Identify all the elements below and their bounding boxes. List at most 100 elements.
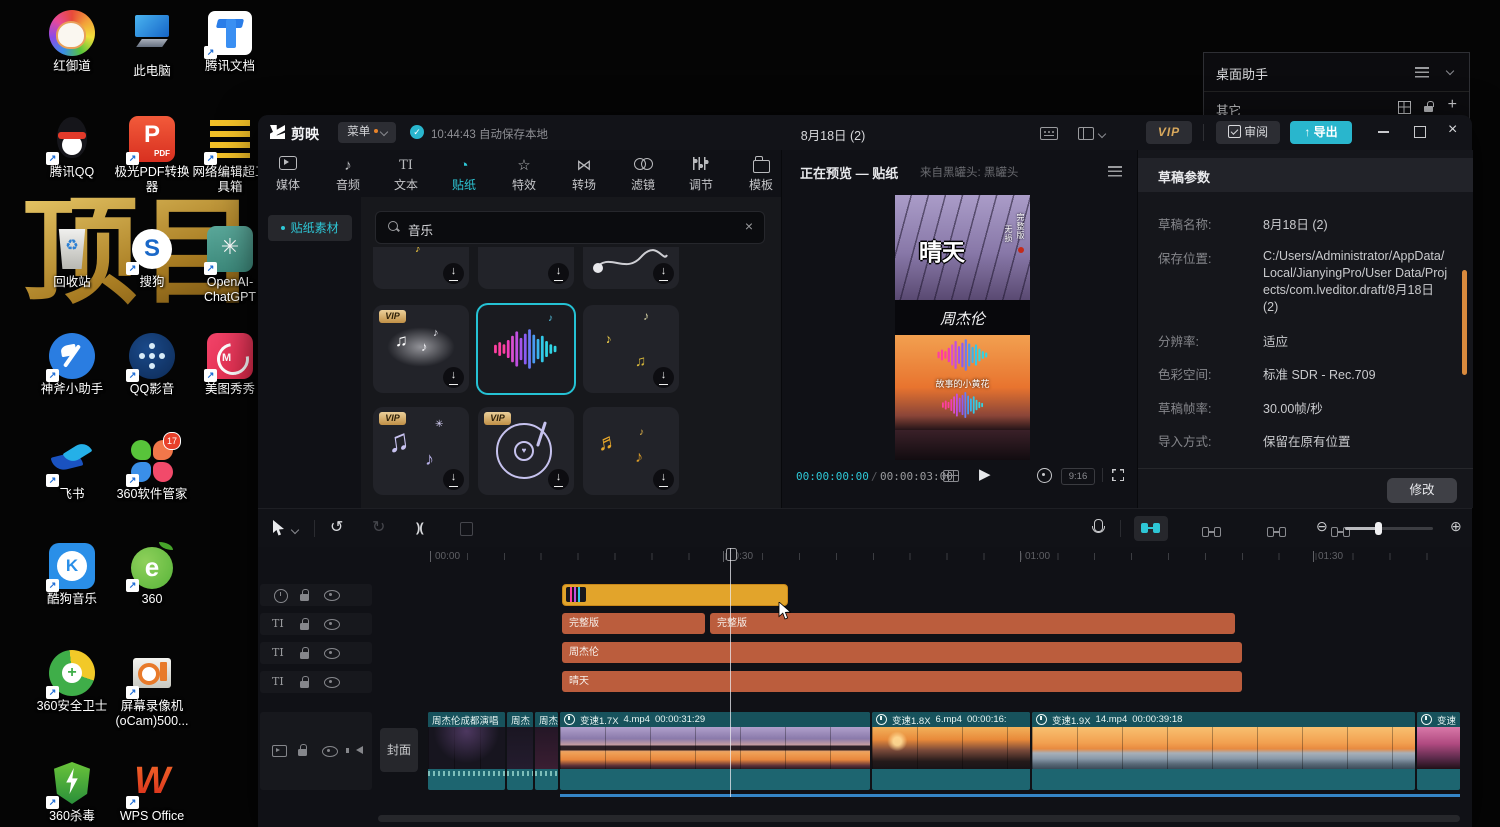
video-clip[interactable]: 变速1.9X 14.mp4 00:00:39:18 xyxy=(1032,712,1415,790)
tab-sticker[interactable]: ◔ 贴纸 xyxy=(439,156,489,193)
assistant-add-icon[interactable]: + xyxy=(1448,96,1457,114)
shortcut-keys-icon[interactable] xyxy=(1040,127,1058,140)
video-clip[interactable]: 周杰 xyxy=(535,712,558,790)
link-clips-icon[interactable] xyxy=(1267,527,1286,537)
sticker-clip[interactable] xyxy=(562,584,788,606)
sticker-card[interactable]: ↓ xyxy=(478,247,574,289)
split-button[interactable]: )( xyxy=(416,520,423,535)
desktop-icon-recycle-bin[interactable]: ♻ 回收站 xyxy=(29,226,115,290)
preview-menu-icon[interactable] xyxy=(1108,166,1122,177)
video-clip[interactable]: 变速1.8X 6.mp4 00:00:16: xyxy=(872,712,1030,790)
video-clip[interactable]: 变速1.7X 4.mp4 00:00:31:29 xyxy=(560,712,870,790)
desktop-icon-kugou[interactable]: K ↗ 酷狗音乐 xyxy=(29,543,115,607)
export-button[interactable]: ↑ 导出 xyxy=(1290,121,1352,144)
redo-button[interactable]: ↻ xyxy=(372,517,385,537)
download-button[interactable]: ↓ xyxy=(653,469,674,490)
fullscreen-icon[interactable] xyxy=(1112,469,1124,481)
tab-filters[interactable]: 滤镜 xyxy=(618,156,668,193)
select-tool-icon[interactable] xyxy=(272,520,285,536)
play-button[interactable]: ▶ xyxy=(979,465,991,483)
desktop-icon-qq-player[interactable]: ↗ QQ影音 xyxy=(109,333,195,397)
video-clip[interactable]: 周杰伦成都演唱 xyxy=(428,712,505,790)
undo-button[interactable]: ↺ xyxy=(330,517,343,537)
desktop-icon-pdf-converter[interactable]: P PDF ↗ 极光PDF转换器 xyxy=(109,116,195,195)
modify-button[interactable]: 修改 xyxy=(1387,478,1457,503)
text-clip[interactable]: 晴天 xyxy=(562,671,1242,692)
eye-icon[interactable] xyxy=(322,746,338,757)
assistant-menu-icon[interactable] xyxy=(1415,67,1429,78)
desktop-icon-shenfu-assistant[interactable]: ↗ 神斧小助手 xyxy=(29,333,115,397)
lock-icon[interactable] xyxy=(300,647,310,659)
video-clip[interactable]: 周杰 xyxy=(507,712,533,790)
layout-switch-icon[interactable] xyxy=(1078,127,1094,140)
timeline-scrollbar[interactable] xyxy=(378,815,1460,822)
text-clip[interactable]: 周杰伦 xyxy=(562,642,1242,663)
link-preview-icon[interactable] xyxy=(1202,527,1221,537)
search-clear-icon[interactable]: × xyxy=(745,218,753,234)
delete-button[interactable] xyxy=(460,522,473,536)
speaker-icon[interactable] xyxy=(356,746,363,754)
maximize-button[interactable] xyxy=(1414,126,1426,138)
search-input[interactable]: 音乐 × xyxy=(375,211,765,244)
review-button[interactable]: 审阅 xyxy=(1216,121,1280,144)
eye-icon[interactable] xyxy=(324,648,340,659)
focus-icon[interactable] xyxy=(1037,468,1052,483)
tab-templates[interactable]: 模板 xyxy=(736,156,786,193)
layout-chevron-icon[interactable] xyxy=(1098,130,1106,138)
preview-video[interactable]: 晴天 完整版 无损 周杰伦 xyxy=(895,195,1030,460)
tab-audio[interactable]: ♪ 音频 xyxy=(323,156,373,193)
eye-icon[interactable] xyxy=(324,677,340,688)
panel-scrollbar[interactable] xyxy=(1462,270,1467,375)
tab-adjust[interactable]: 调节 xyxy=(676,156,726,193)
sticker-card[interactable]: ♪ ♪ ♫ ↓ xyxy=(583,305,679,393)
vip-button[interactable]: VIP xyxy=(1146,121,1192,144)
sticker-card[interactable]: ♫ ♪ ♪ VIP ↓ xyxy=(373,305,469,393)
sidebar-item-sticker-material[interactable]: 贴纸素材 xyxy=(268,215,352,241)
desktop-icon-feishu[interactable]: ↗ 飞书 xyxy=(29,438,115,502)
download-button[interactable]: ↓ xyxy=(443,263,464,284)
sticker-card[interactable]: ♪ ↓ xyxy=(373,247,469,289)
zoom-in-icon[interactable]: ⊕ xyxy=(1450,518,1462,535)
eye-icon[interactable] xyxy=(324,590,340,601)
download-button[interactable]: ↓ xyxy=(443,367,464,388)
download-button[interactable]: ↓ xyxy=(653,367,674,388)
sticker-card[interactable]: ♬ ♪ ♪ ↓ xyxy=(583,407,679,495)
lock-icon[interactable] xyxy=(298,744,308,756)
download-button[interactable]: ↓ xyxy=(548,469,569,490)
text-clip[interactable]: 完整版 xyxy=(562,613,705,634)
tab-media[interactable]: 媒体 xyxy=(263,156,313,193)
desktop-icon-360-antivirus[interactable]: ↗ 360杀毒 xyxy=(29,760,115,824)
snap-toggle-active[interactable] xyxy=(1134,516,1168,541)
timeline-zoom-slider[interactable] xyxy=(1345,527,1433,530)
assistant-grid-icon[interactable] xyxy=(1398,101,1411,114)
sticker-card[interactable]: ↓ xyxy=(583,247,679,289)
desktop-icon-360-browser[interactable]: e ↗ 360 xyxy=(109,543,195,607)
desktop-icon-sogou[interactable]: S ↗ 搜狗 xyxy=(109,226,195,290)
tab-text[interactable]: TI 文本 xyxy=(381,156,431,193)
desktop-icon-360-safe[interactable]: + ↗ 360安全卫士 xyxy=(29,650,115,714)
video-clip[interactable]: 变速 xyxy=(1417,712,1460,790)
desktop-icon-this-pc[interactable]: 此电脑 xyxy=(109,10,195,79)
frame-view-icon[interactable] xyxy=(943,470,959,482)
lock-icon[interactable] xyxy=(300,589,310,601)
assistant-collapse-icon[interactable] xyxy=(1446,67,1454,75)
tab-transitions[interactable]: ⋈ 转场 xyxy=(559,156,609,193)
desktop-icon-hongyudao[interactable]: 红御道 xyxy=(29,10,115,74)
download-button[interactable]: ↓ xyxy=(443,469,464,490)
aspect-ratio-button[interactable]: 9:16 xyxy=(1061,468,1095,485)
desktop-icon-wps[interactable]: W ↗ WPS Office xyxy=(109,760,195,824)
sticker-card[interactable]: ♫ ♪ ✳ VIP ↓ xyxy=(373,407,469,495)
desktop-icon-ocam[interactable]: ↗ 屏幕录像机(oCam)500... xyxy=(109,650,195,729)
close-button[interactable]: × xyxy=(1448,121,1457,139)
menu-button[interactable]: 菜单 xyxy=(338,122,396,143)
playhead-line[interactable] xyxy=(730,548,731,797)
microphone-icon[interactable] xyxy=(1094,519,1103,532)
sticker-card[interactable]: ♥ VIP ↓ xyxy=(478,407,574,495)
timeline-ruler[interactable] xyxy=(430,553,1460,560)
desktop-icon-tencent-qq[interactable]: ↗ 腾讯QQ xyxy=(29,116,115,180)
audio-track-line[interactable] xyxy=(560,794,1460,797)
lock-icon[interactable] xyxy=(300,618,310,630)
cover-button[interactable]: 封面 xyxy=(380,728,418,772)
eye-icon[interactable] xyxy=(324,619,340,630)
tab-effects[interactable]: ☆ 特效 xyxy=(499,156,549,193)
